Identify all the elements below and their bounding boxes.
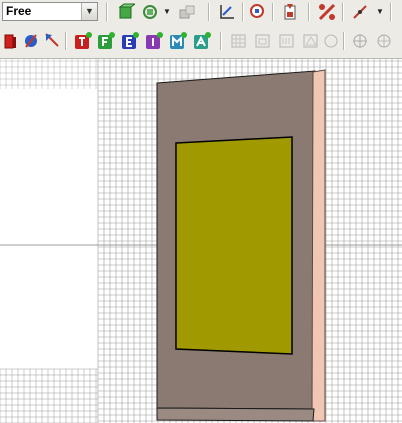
m-solver-icon[interactable] bbox=[169, 32, 187, 50]
substrate-front-edge bbox=[156, 407, 315, 422]
curve-icon[interactable] bbox=[351, 3, 369, 21]
substrate-side-face bbox=[311, 69, 326, 422]
cut-object-icon[interactable] bbox=[318, 3, 336, 21]
mesh-tet-icon[interactable] bbox=[302, 32, 320, 50]
mesh-refine-icon[interactable] bbox=[254, 32, 272, 50]
toolbar-separator bbox=[342, 3, 344, 21]
a-solver-icon[interactable] bbox=[193, 32, 211, 50]
chevron-down-icon[interactable]: ▼ bbox=[376, 3, 384, 21]
solid-icon[interactable] bbox=[1, 32, 19, 50]
toolbar-separator bbox=[343, 32, 345, 50]
t-solver-icon[interactable] bbox=[74, 32, 92, 50]
probe-icon[interactable] bbox=[375, 32, 393, 50]
toolbar-separator bbox=[272, 3, 274, 21]
work-plane-icon[interactable] bbox=[141, 3, 159, 21]
pick-icon[interactable] bbox=[178, 3, 196, 21]
toolbar-area: Free ▼ ▼ ▼ bbox=[0, 0, 402, 59]
i-solver-icon[interactable] bbox=[145, 32, 163, 50]
f-solver-icon[interactable] bbox=[97, 32, 115, 50]
crosshair-icon[interactable] bbox=[351, 32, 369, 50]
bounding-box-icon[interactable] bbox=[117, 3, 135, 21]
toolbar-separator bbox=[65, 32, 67, 50]
zoom-icon[interactable] bbox=[249, 3, 267, 21]
chevron-down-icon[interactable]: ▼ bbox=[81, 3, 97, 20]
import-icon[interactable] bbox=[281, 3, 299, 21]
view-mode-select[interactable]: Free ▼ bbox=[2, 2, 98, 21]
mesh-view-icon[interactable] bbox=[230, 32, 248, 50]
toolbar-row-2 bbox=[0, 29, 402, 55]
toolbar-separator bbox=[308, 3, 310, 21]
patch-antenna bbox=[175, 136, 293, 355]
toolbar-separator bbox=[106, 3, 108, 21]
toolbar-separator bbox=[242, 3, 244, 21]
chevron-down-icon[interactable]: ▼ bbox=[163, 3, 171, 21]
mesh-hex-icon[interactable] bbox=[278, 32, 296, 50]
toolbar-separator bbox=[220, 32, 222, 50]
local-coords-icon[interactable] bbox=[218, 3, 236, 21]
3d-viewport[interactable] bbox=[0, 59, 402, 423]
cursor-icon[interactable] bbox=[43, 32, 61, 50]
e-solver-icon[interactable] bbox=[121, 32, 139, 50]
mesh-info-icon[interactable] bbox=[322, 32, 340, 50]
mesh-scene bbox=[0, 59, 402, 423]
toolbar-row-1: Free ▼ ▼ ▼ bbox=[0, 0, 402, 26]
toolbar-separator bbox=[390, 3, 392, 21]
toolbar-separator bbox=[208, 3, 210, 21]
pick-point-icon[interactable] bbox=[22, 32, 40, 50]
view-mode-value: Free bbox=[6, 4, 32, 18]
